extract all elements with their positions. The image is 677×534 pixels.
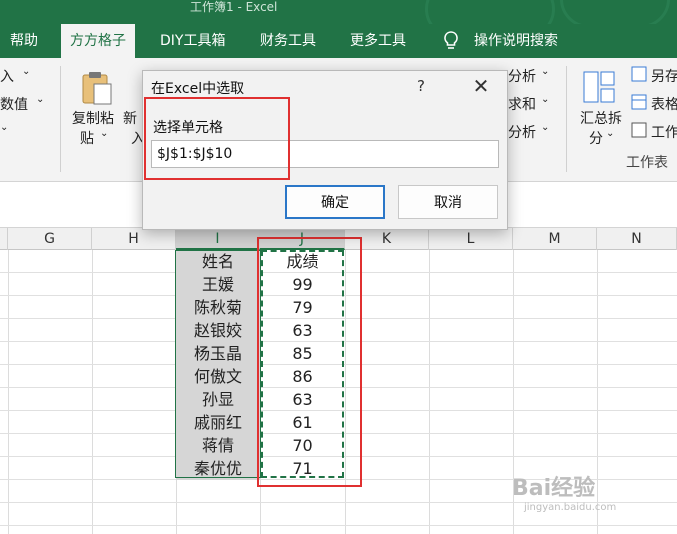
selection-border-column-i (175, 250, 261, 478)
column-header-m[interactable]: M (513, 228, 597, 250)
table-icon (631, 94, 647, 114)
sum-button[interactable]: 求和 (508, 94, 536, 114)
summary-split-button[interactable]: 汇总拆 (580, 108, 622, 128)
lightbulb-icon (443, 24, 459, 58)
new-insert-button[interactable]: 新 (123, 108, 137, 128)
column-header-g[interactable]: G (8, 228, 92, 250)
clipboard-icon (80, 70, 114, 110)
title-bar: 工作簿1 - Excel (0, 0, 677, 38)
tab-finance-tools[interactable]: 财务工具 (260, 24, 316, 58)
grid-line (429, 250, 430, 534)
cancel-button[interactable]: 取消 (398, 185, 498, 219)
grid-line (0, 525, 677, 526)
column-header-n[interactable]: N (597, 228, 677, 250)
close-button[interactable]: ✕ (461, 73, 501, 99)
dialog-title: 在Excel中选取 (151, 81, 245, 97)
chevron-down-icon: ⌄ (22, 66, 31, 77)
copy-paste-button-line2[interactable]: 贴 (80, 128, 94, 148)
ribbon-separator (566, 66, 567, 172)
copy-paste-button[interactable]: 复制粘 (72, 108, 114, 128)
summary-split-button-line2[interactable]: 分 (589, 128, 603, 148)
tab-fangfang-gezi[interactable]: 方方格子 (61, 24, 135, 58)
save-as-button[interactable]: 另存 (651, 66, 677, 86)
table-button[interactable]: 表格 (651, 94, 677, 114)
highlight-box-column-j (257, 237, 362, 487)
watermark-logo: Bai经验 (512, 476, 596, 501)
column-header-h[interactable]: H (92, 228, 176, 250)
baidu-watermark: Bai经验 jingyan.baidu.com (512, 470, 616, 513)
ok-button[interactable]: 确定 (285, 185, 385, 219)
ribbon-tab-bar: 帮助 方方格子 DIY工具箱 财务工具 更多工具 操作说明搜索 (0, 24, 677, 58)
grid-line (92, 250, 93, 534)
chevron-down-icon: ⌄ (541, 94, 550, 105)
window-title: 工作簿1 - Excel (190, 0, 278, 14)
column-header-partial (0, 228, 8, 250)
tell-me-search[interactable]: 操作说明搜索 (474, 24, 558, 58)
save-as-icon (631, 66, 647, 86)
help-button[interactable]: ? (417, 77, 425, 95)
chevron-down-icon: ⌄ (541, 122, 550, 133)
highlight-box-range-input (144, 97, 290, 180)
grid-line (8, 250, 9, 534)
column-header-l[interactable]: L (429, 228, 513, 250)
tab-diy-toolbox[interactable]: DIY工具箱 (160, 24, 225, 58)
ribbon-group-label: 工作表 (626, 155, 668, 171)
watermark-url: jingyan.baidu.com (524, 502, 617, 513)
ribbon-separator (60, 66, 61, 172)
analyze-button-2[interactable]: 分析 (508, 122, 536, 142)
chevron-down-icon: ⌄ (541, 66, 550, 77)
worksheet-button[interactable]: 工作 (651, 122, 677, 142)
chevron-down-icon: ⌄ (0, 122, 9, 133)
ribbon-partial-value[interactable]: 数值 (0, 94, 28, 114)
column-header-i[interactable]: I (176, 228, 260, 250)
summary-split-icon (582, 70, 616, 108)
chevron-down-icon: ⌄ (606, 128, 615, 139)
tab-help[interactable]: 帮助 (10, 24, 38, 58)
chevron-down-icon: ⌄ (100, 128, 109, 139)
chevron-down-icon: ⌄ (36, 94, 45, 105)
analyze-button[interactable]: 分析 (508, 66, 536, 86)
tab-more-tools[interactable]: 更多工具 (350, 24, 406, 58)
worksheet-icon (631, 122, 647, 142)
ribbon-partial-insert[interactable]: 入 (0, 66, 14, 86)
